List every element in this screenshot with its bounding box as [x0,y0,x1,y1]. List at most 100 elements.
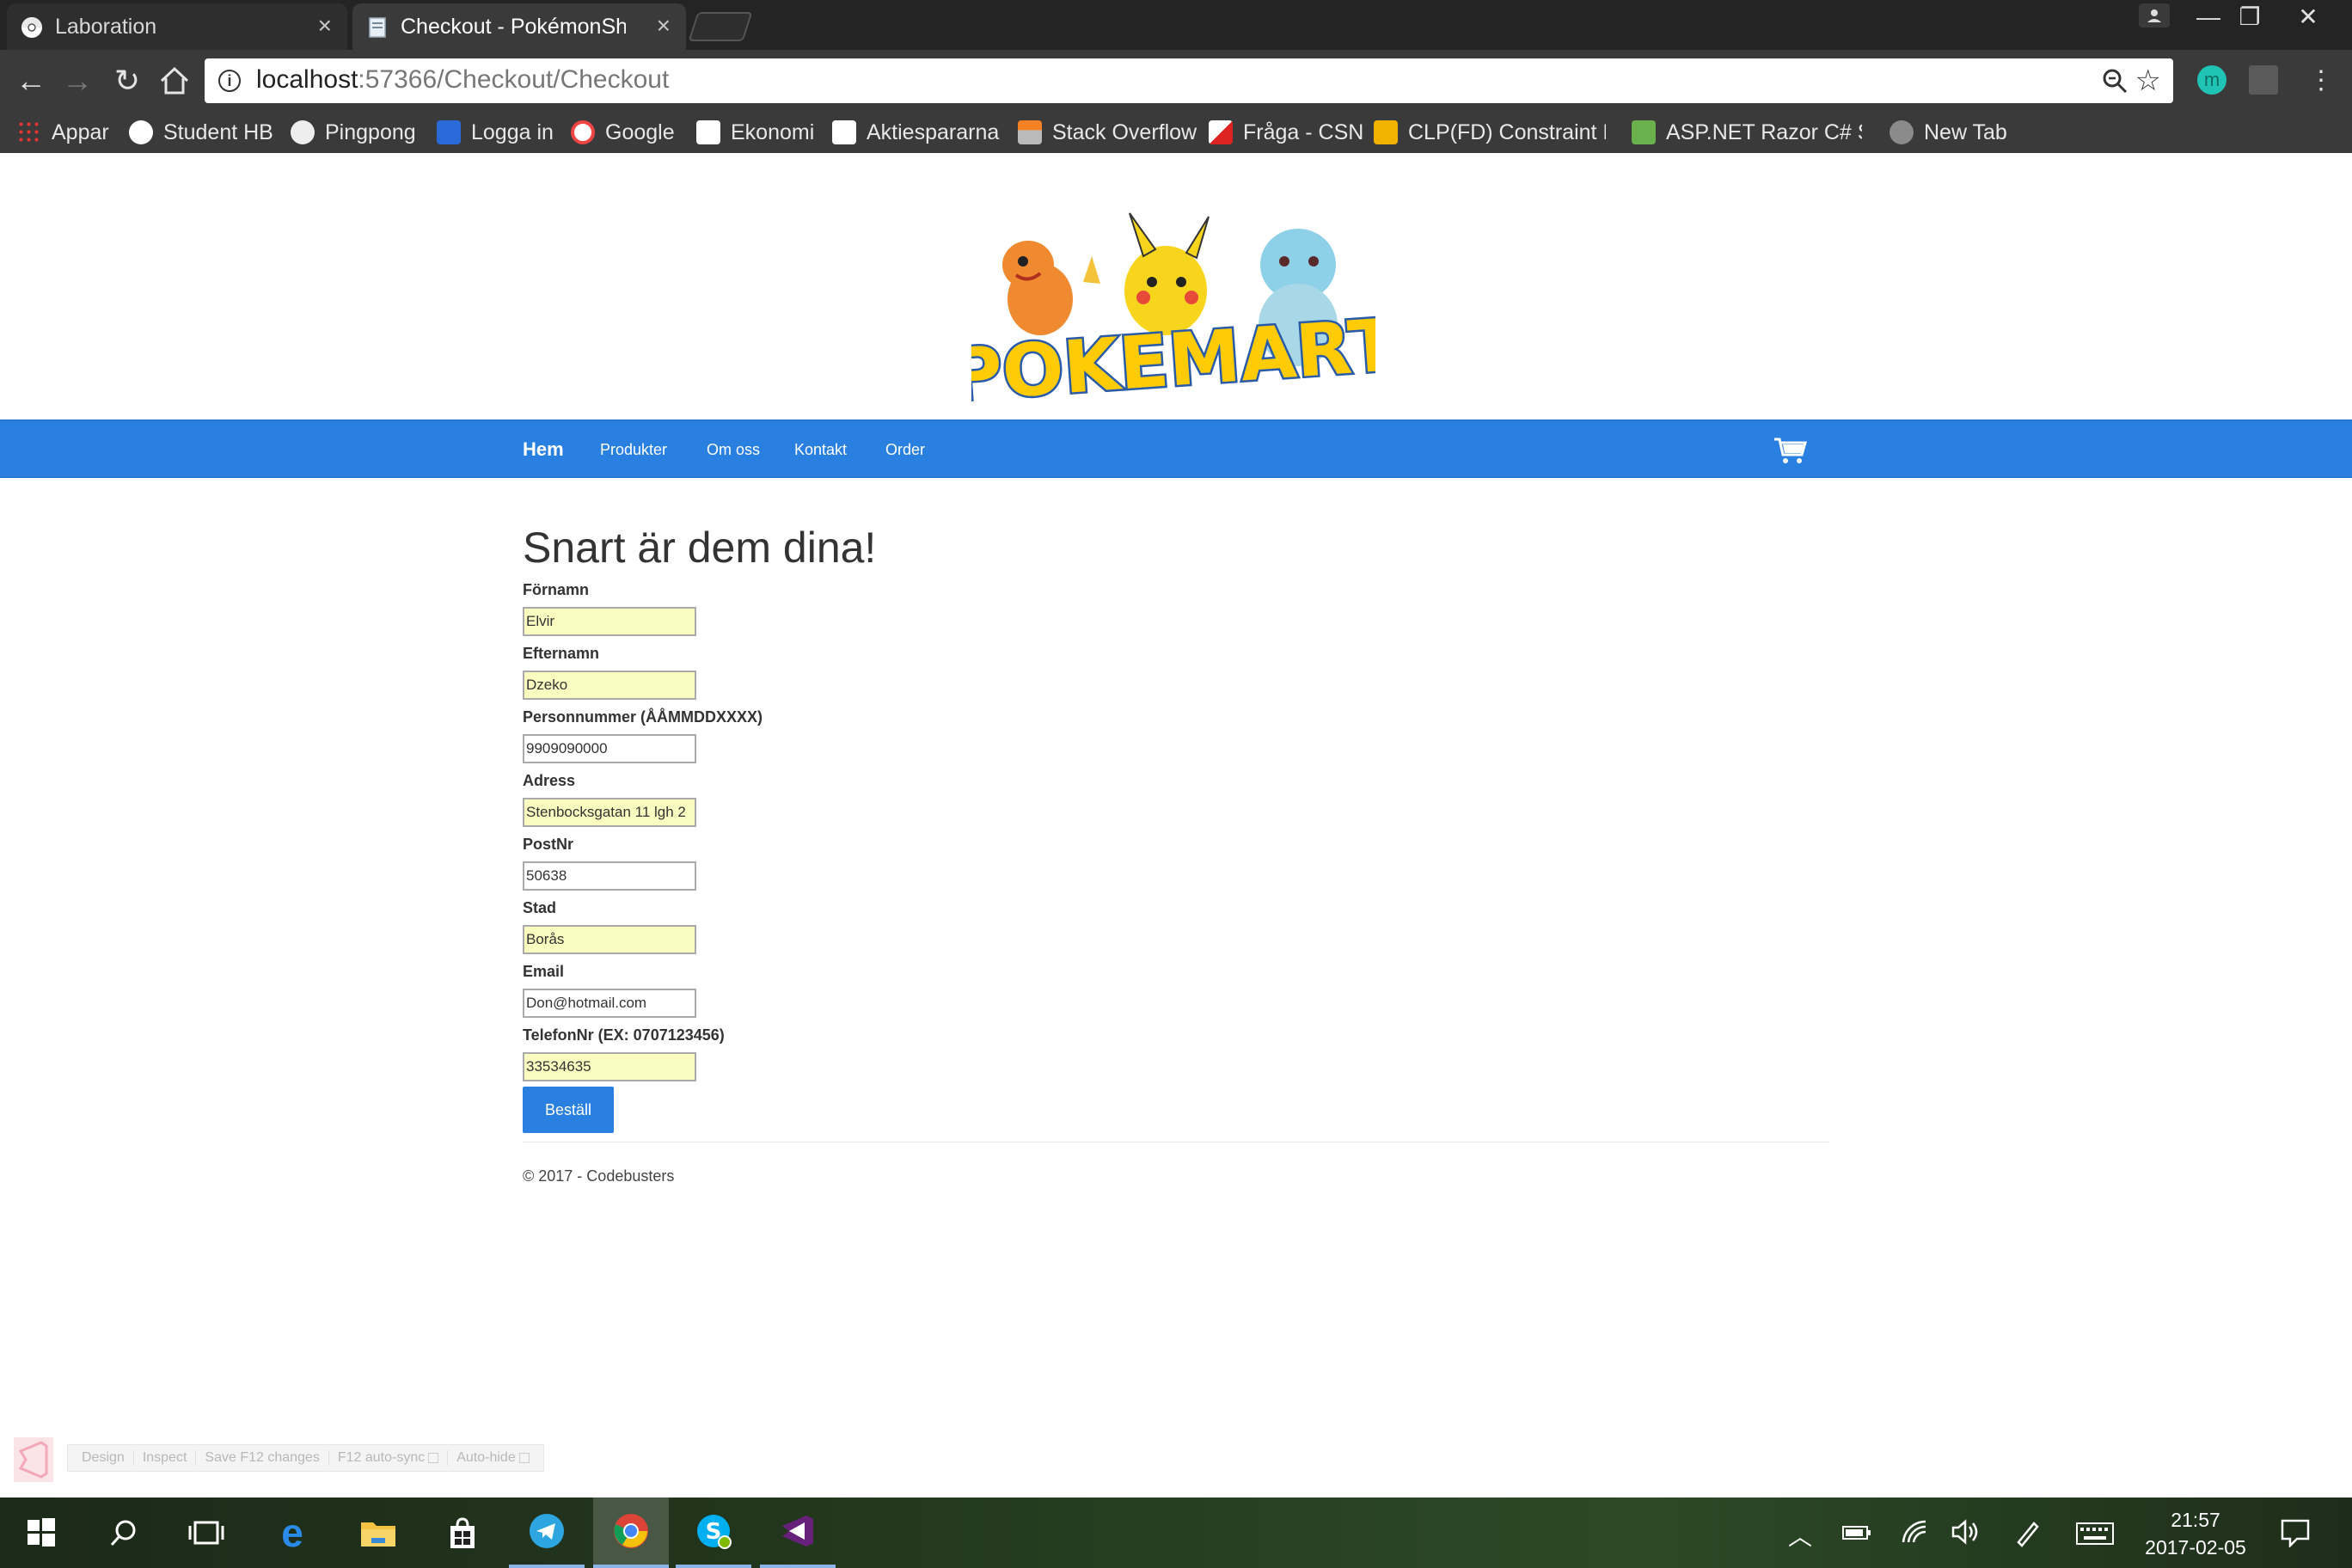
taskbar-edge[interactable]: e [254,1498,330,1568]
fornamn-label: Förnamn [523,581,590,598]
bookmark-clpfd[interactable]: CLP(FD) Constraint Lo [1374,117,1606,148]
close-tab-icon[interactable]: × [318,12,332,40]
edge-icon: e [281,1510,303,1555]
url-path: :57366/Checkout/Checkout [358,65,670,94]
bookmark-apps[interactable]: Appar [17,117,109,148]
new-tab-avatar-icon [1890,120,1914,144]
footer-copyright: © 2017 - Codebusters [523,1167,675,1185]
volume-icon[interactable] [1950,1518,1981,1546]
stad-label: Stad [523,899,557,916]
clock-date: 2017-02-05 [2145,1536,2246,1559]
taskbar-clock[interactable]: 21:57 2017-02-05 [2127,1506,2264,1561]
telefonnr-input[interactable] [523,1052,696,1081]
pokeball-icon [291,120,315,144]
stad-input[interactable] [523,925,696,954]
people-icon [437,120,461,144]
bl-autosync-label: F12 auto-sync [337,1450,426,1465]
clpfd-icon [1374,120,1398,144]
checkbox-icon[interactable] [428,1452,439,1463]
visual-studio-icon[interactable] [12,1436,55,1484]
checkbox-icon[interactable] [518,1452,530,1463]
home-icon[interactable] [158,65,191,96]
extension-m-icon[interactable]: m [2197,65,2226,95]
bookmarks-bar: Appar Student HB Pingpong Logga in Googl… [0,112,2352,153]
taskbar-telegram[interactable] [509,1498,585,1568]
bl-design-button[interactable]: Design [73,1450,134,1466]
address-bar[interactable]: i localhost:57366/Checkout/Checkout ☆ [205,58,2173,103]
close-tab-icon[interactable]: × [657,12,671,40]
keyboard-icon[interactable] [2075,1522,2115,1546]
show-hidden-icons-chevron[interactable]: ︿ [1788,1518,1812,1553]
bookmark-pingpong[interactable]: Pingpong [291,117,416,148]
bookmark-star-icon[interactable]: ☆ [2135,64,2161,98]
battery-icon[interactable] [1841,1523,1872,1542]
tab-checkout[interactable]: Checkout - PokémonSho × [352,3,686,50]
bookmark-label: Logga in [471,119,554,144]
fornamn-input[interactable] [523,607,696,636]
taskbar-chrome[interactable] [593,1498,669,1568]
bl-inspect-button[interactable]: Inspect [134,1450,197,1466]
taskbar-file-explorer[interactable] [340,1498,416,1568]
bookmark-stack-overflow[interactable]: Stack Overflow [1018,117,1197,148]
bookmark-ekonomi[interactable]: Ekonomi [696,117,814,148]
skype-icon: S [697,1515,732,1549]
search-button[interactable] [86,1498,162,1568]
csn-icon [1209,120,1233,144]
nav-home-link[interactable]: Hem [523,420,564,479]
email-label: Email [523,963,565,980]
bl-autosync-toggle[interactable]: F12 auto-sync [329,1450,449,1466]
taskbar-store[interactable] [425,1498,500,1568]
bookmark-logga-in[interactable]: Logga in [437,117,554,148]
info-icon[interactable]: i [218,70,241,92]
bookmark-student-hb[interactable]: Student HB [129,117,273,148]
browser-chrome: Laboration × Checkout - PokémonSho × — ❐… [0,0,2352,153]
bookmark-fraga-csn[interactable]: Fråga - CSN [1209,117,1363,148]
back-arrow-icon[interactable]: ← [10,60,52,101]
bestall-button[interactable]: Beställ [523,1087,614,1133]
bookmark-new-tab[interactable]: New Tab [1890,117,2007,148]
bookmark-aktiespararna[interactable]: Aktiespararna [832,117,999,148]
profile-icon[interactable] [2137,2,2171,31]
folder-icon [361,1522,395,1547]
nav-produkter-link[interactable]: Produkter [600,420,667,479]
efternamn-input[interactable] [523,671,696,700]
pen-icon[interactable] [2013,1518,2043,1547]
bl-save-button[interactable]: Save F12 changes [196,1450,329,1466]
reload-icon[interactable]: ↻ [107,60,148,101]
postnr-input[interactable] [523,861,696,891]
bookmark-google[interactable]: Google [571,117,675,148]
restore-button[interactable]: ❐ [2221,0,2278,34]
web-page: POKEMART Hem Produkter Om oss Kontakt Or… [0,153,2352,1498]
email-input[interactable] [523,989,696,1018]
efternamn-label: Efternamn [523,645,600,662]
start-button[interactable] [3,1498,79,1568]
taskbar-visual-studio[interactable] [760,1498,836,1568]
nav-kontakt-link[interactable]: Kontakt [794,420,847,479]
student-hb-icon [129,120,153,144]
bl-autohide-toggle[interactable]: Auto-hide [448,1450,538,1466]
nav-order-link[interactable]: Order [885,420,925,479]
browser-link-buttons: Design Inspect Save F12 changes F12 auto… [67,1444,544,1472]
action-center-icon[interactable] [2280,1518,2311,1547]
close-window-button[interactable]: ✕ [2280,0,2337,34]
personnummer-input[interactable] [523,734,696,763]
adress-input[interactable] [523,798,696,827]
taskbar-skype[interactable]: S [676,1498,751,1568]
telefonnr-label: TelefonNr (EX: 0707123456) [523,1026,725,1044]
pokemart-logo[interactable]: POKEMART [971,205,1375,411]
menu-icon[interactable]: ⋮ [2300,60,2342,101]
shopping-cart-icon[interactable] [1773,436,1807,465]
new-tab-button[interactable] [688,12,753,41]
nav-om-oss-link[interactable]: Om oss [707,420,760,479]
browser-toolbar: ← → ↻ i localhost:57366/Checkout/Checkou… [0,50,2352,112]
forward-arrow-icon[interactable]: → [57,60,98,101]
windows-taskbar: e S ︿ 21:57 2017-02-05 [0,1498,2352,1568]
tab-laboration[interactable]: Laboration × [7,3,347,50]
zoom-icon[interactable] [2101,67,2128,95]
task-view-button[interactable] [168,1498,244,1568]
wifi-icon[interactable] [1900,1518,1929,1546]
tab-title: Laboration [55,14,157,39]
main-navbar: Hem Produkter Om oss Kontakt Order [0,420,2352,478]
pdf-extension-icon[interactable] [2249,65,2278,95]
bookmark-asp-razor[interactable]: ASP.NET Razor C# Syn [1632,117,1862,148]
